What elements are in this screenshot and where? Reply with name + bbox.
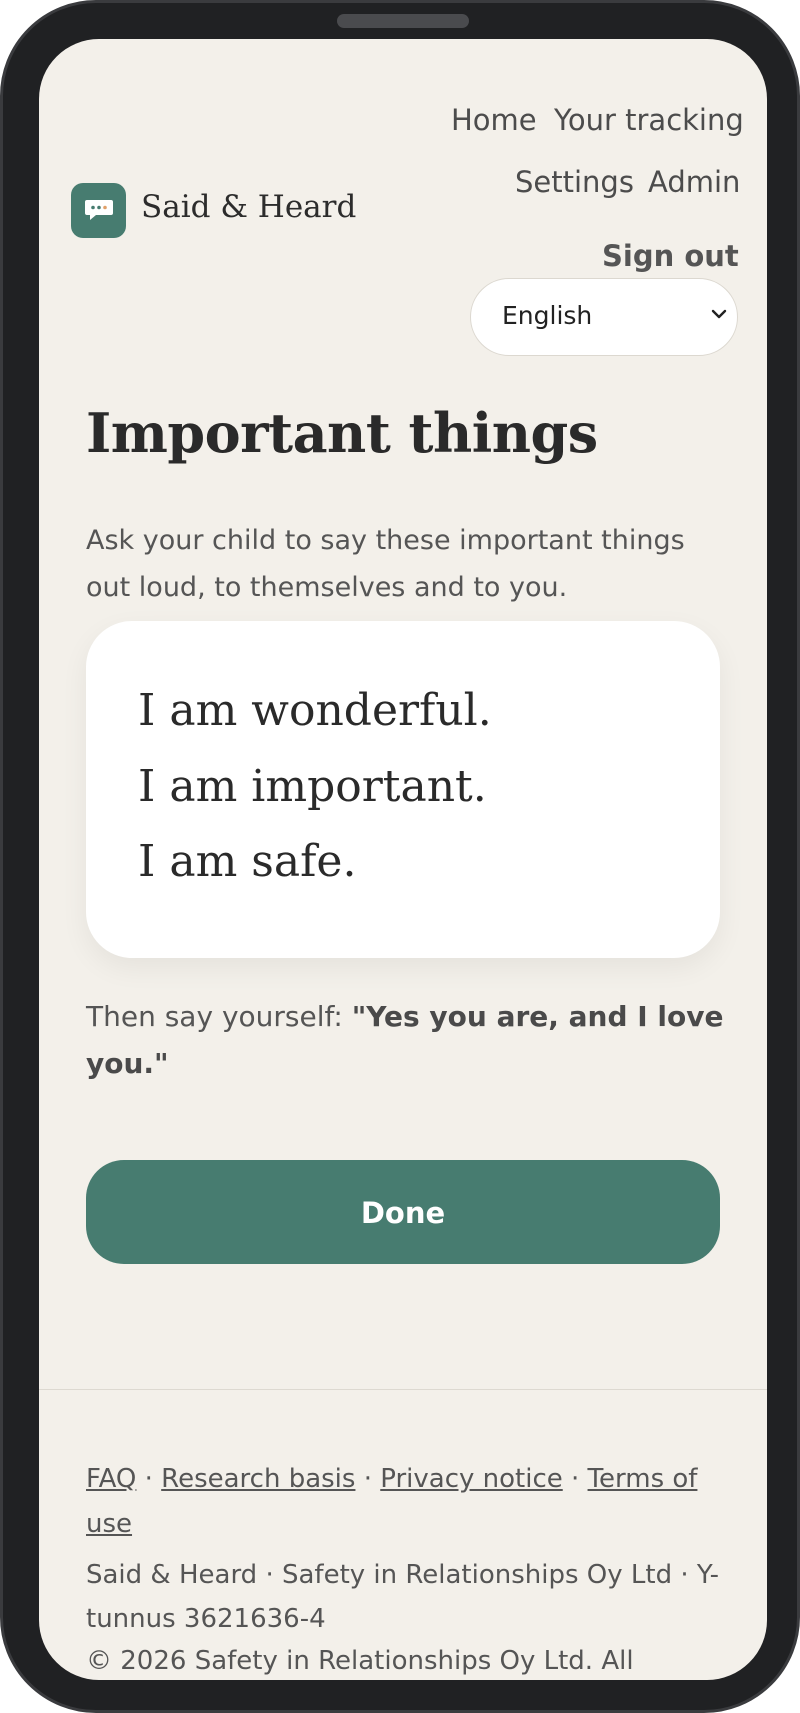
phone-notch bbox=[337, 14, 469, 28]
affirmation-line: I am wonderful. bbox=[138, 685, 492, 736]
footer-divider bbox=[39, 1389, 767, 1390]
language-select[interactable]: English bbox=[470, 278, 738, 356]
company-info: Said & Heard · Safety in Relationships O… bbox=[86, 1560, 720, 1634]
nav-home-link[interactable]: Home bbox=[451, 103, 537, 137]
affirmation-line: I am safe. bbox=[138, 836, 357, 887]
nav-settings-link[interactable]: Settings bbox=[515, 165, 634, 199]
affirmation-line: I am important. bbox=[138, 761, 487, 812]
then-say-prefix: Then say yourself: bbox=[86, 1000, 343, 1033]
then-say-text: Then say yourself: "Yes you are, and I l… bbox=[86, 993, 726, 1087]
footer-links: FAQ · Research basis · Privacy notice · … bbox=[86, 1457, 736, 1547]
intro-text: Ask your child to say these important th… bbox=[86, 525, 685, 603]
brand-logo[interactable] bbox=[71, 183, 126, 238]
footer-separator: · bbox=[363, 1464, 372, 1494]
language-selected-value: English bbox=[502, 301, 593, 330]
footer-separator: · bbox=[571, 1464, 580, 1494]
privacy-notice-link[interactable]: Privacy notice bbox=[380, 1464, 563, 1494]
sign-out-button[interactable]: Sign out bbox=[602, 239, 739, 273]
footer-separator: · bbox=[144, 1464, 153, 1494]
faq-link[interactable]: FAQ bbox=[86, 1464, 136, 1494]
speech-bubble-icon bbox=[85, 200, 113, 220]
nav-tracking-link[interactable]: Your tracking bbox=[554, 103, 744, 137]
research-basis-link[interactable]: Research basis bbox=[161, 1464, 355, 1494]
phone-frame: Home Your tracking Settings Admin Sign o… bbox=[0, 0, 800, 1713]
done-button[interactable]: Done bbox=[86, 1160, 720, 1264]
chevron-down-icon bbox=[711, 309, 727, 319]
copyright-text: © 2026 Safety in Relationships Oy Ltd. A… bbox=[86, 1646, 634, 1676]
page-title: Important things bbox=[86, 401, 598, 465]
affirmations-card: I am wonderful. I am important. I am saf… bbox=[86, 621, 720, 958]
nav-admin-link[interactable]: Admin bbox=[648, 165, 740, 199]
brand-name[interactable]: Said & Heard bbox=[141, 189, 356, 225]
app-screen: Home Your tracking Settings Admin Sign o… bbox=[39, 39, 767, 1680]
